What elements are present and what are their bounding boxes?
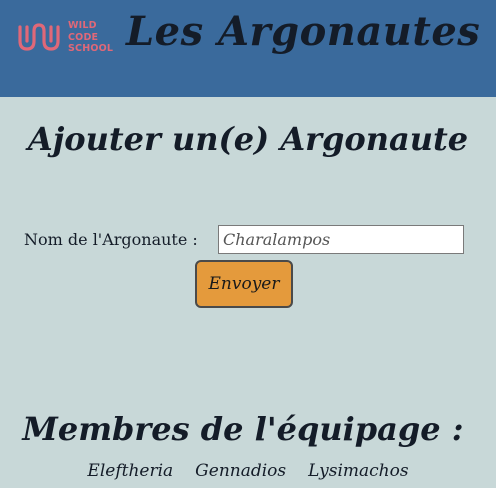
crew-members-list: Eleftheria Gennadios Lysimachos (0, 461, 496, 481)
list-item: Lysimachos (308, 461, 409, 481)
list-item: Eleftheria (87, 461, 174, 481)
logo-line: CODE (68, 31, 99, 43)
wild-code-school-logo-icon (18, 23, 60, 51)
add-argonaut-heading: Ajouter un(e) Argonaute (27, 120, 469, 158)
argonaut-name-input[interactable]: Charalampos (218, 225, 464, 254)
list-item: Gennadios (195, 461, 287, 481)
logo-line: WILD (68, 20, 97, 31)
submit-button[interactable]: Envoyer (195, 260, 293, 308)
logo-wordmark: WILD CODE SCHOOL (68, 20, 113, 55)
crew-members-heading: Membres de l'équipage : (22, 410, 464, 448)
site-title: Les Argonautes (126, 8, 481, 55)
wild-code-school-logo: WILD CODE SCHOOL (17, 19, 117, 59)
site-header: WILD CODE SCHOOL Les Argonautes (0, 0, 496, 97)
argonaut-name-label: Nom de l'Argonaute : (24, 230, 198, 249)
logo-line: SCHOOL (68, 43, 114, 54)
